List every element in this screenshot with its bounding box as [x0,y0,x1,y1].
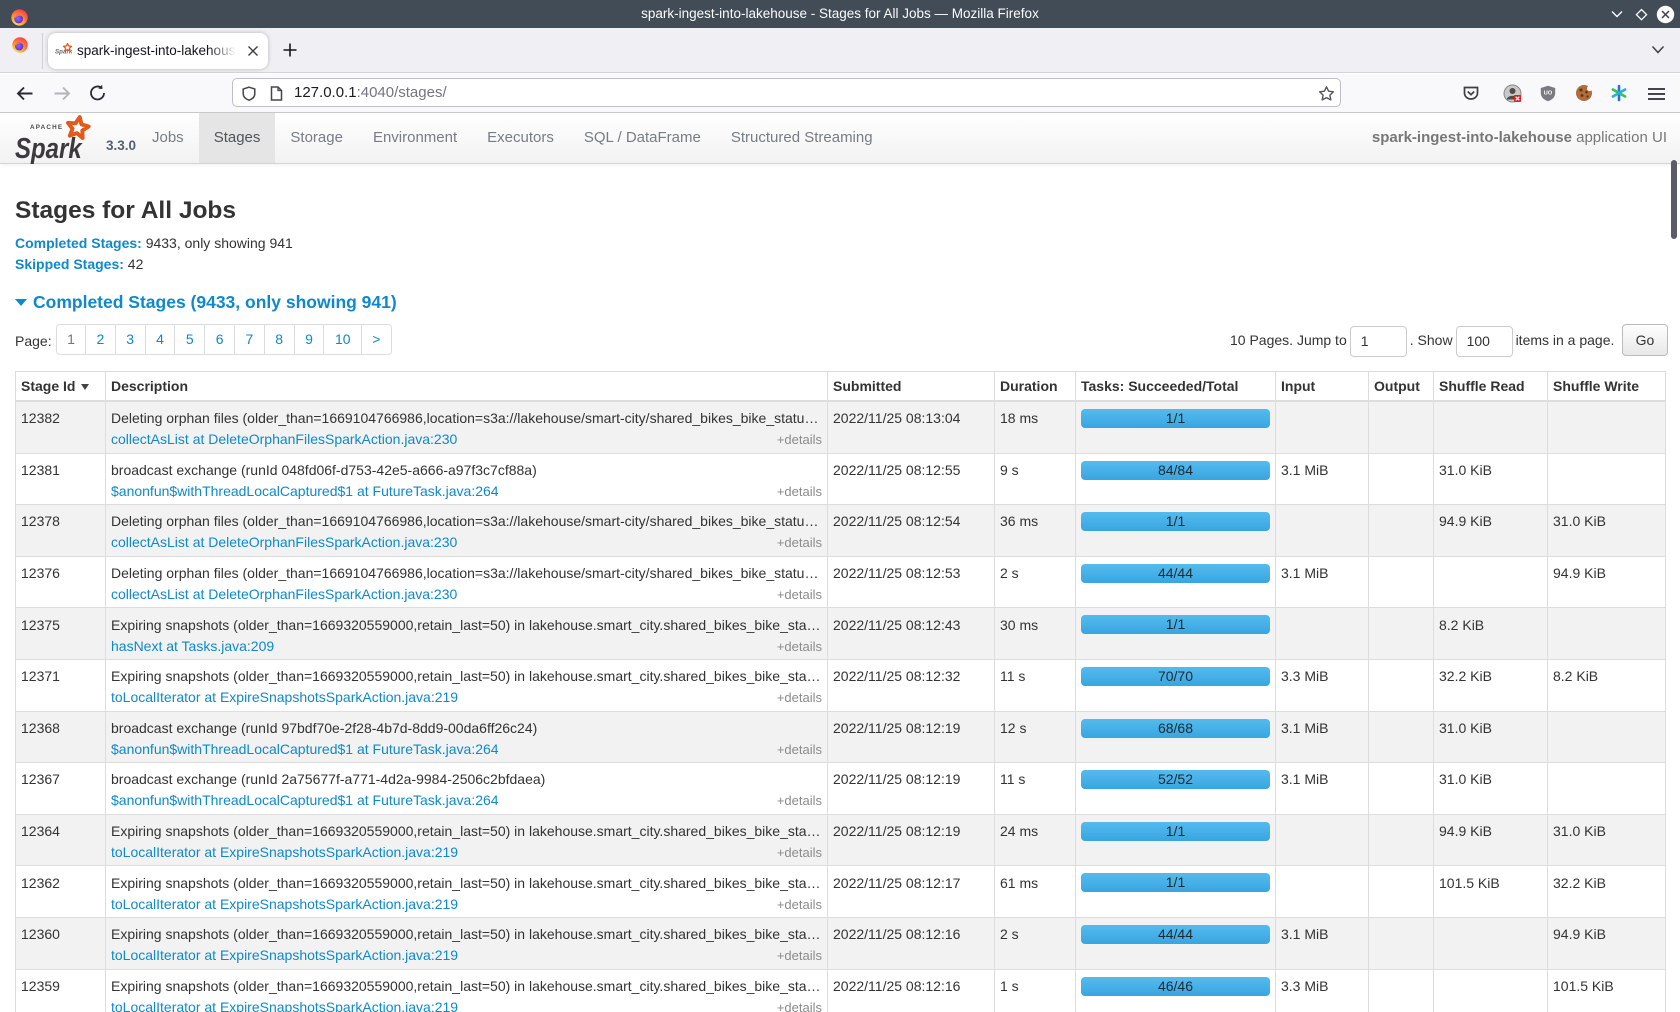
svg-text:UO: UO [1544,91,1553,97]
